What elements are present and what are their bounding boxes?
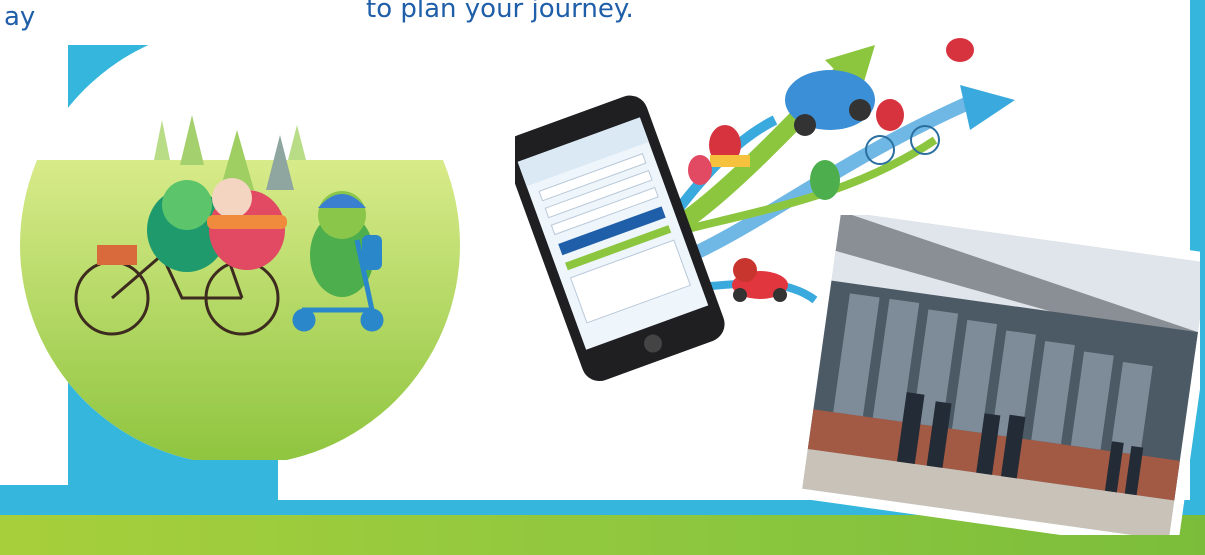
school-photo (800, 215, 1200, 535)
text-fragment-left: ay (4, 2, 36, 32)
background-white-top (68, 0, 278, 45)
smartphone-icon (515, 95, 725, 382)
scooter-icon (732, 258, 788, 302)
basket-icon (97, 245, 137, 265)
circle-illustration (20, 40, 460, 460)
arrow-icon (960, 85, 1015, 130)
car-icon (785, 70, 875, 136)
text-fragment-top: to plan your journey. (366, 0, 634, 24)
